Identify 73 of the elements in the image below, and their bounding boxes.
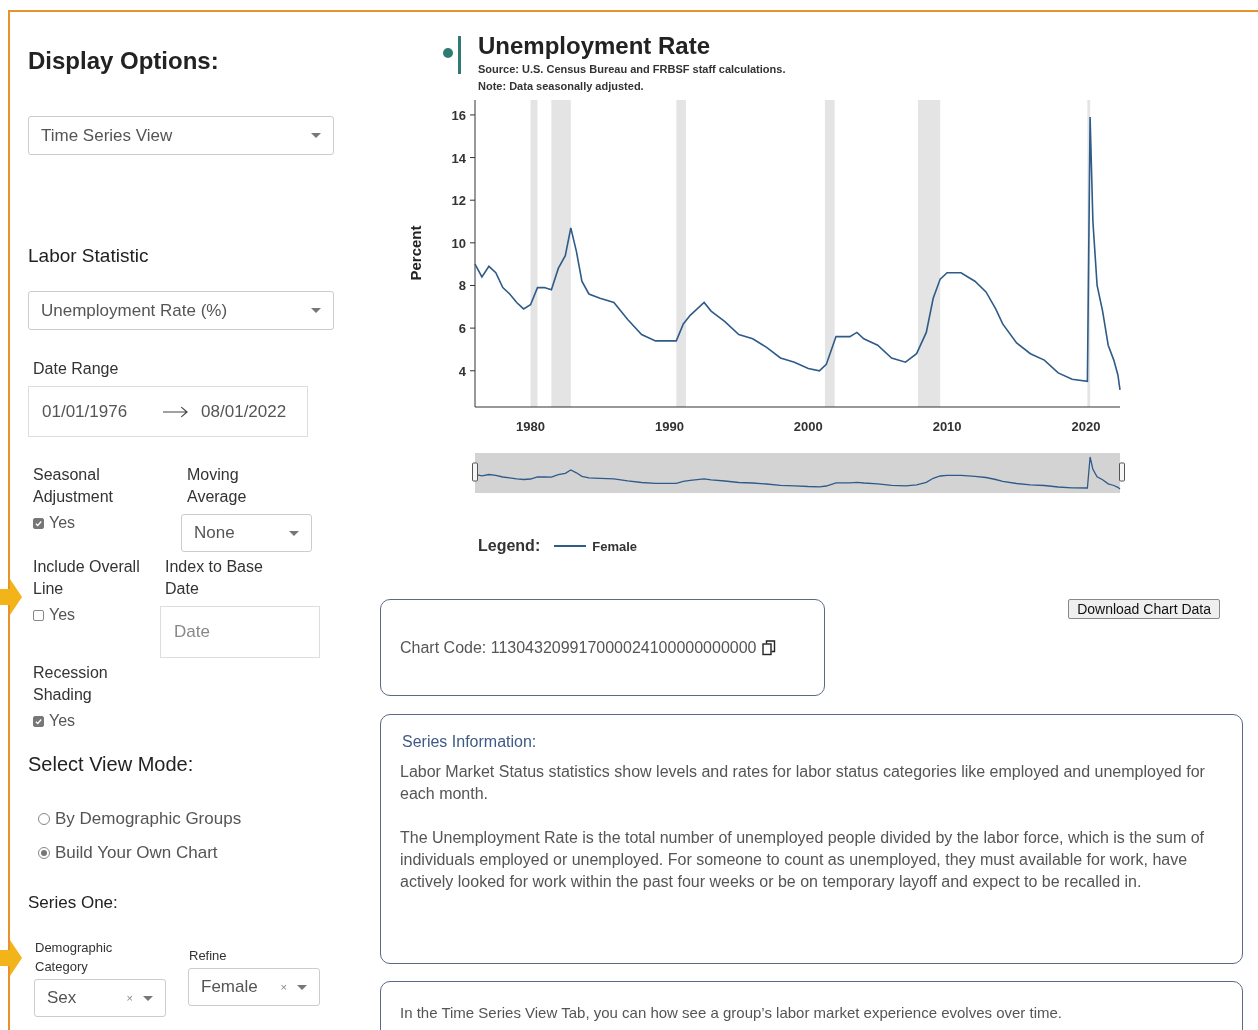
tick-label: 12 <box>451 193 466 209</box>
field-label: Moving Average <box>187 465 248 507</box>
tick-label: 8 <box>458 278 466 294</box>
field-label: Demographic Category <box>35 939 114 976</box>
checkbox[interactable] <box>33 609 44 621</box>
download-button[interactable]: Download Chart Data <box>1068 599 1220 619</box>
field-label: Index to Base Date <box>165 557 264 599</box>
section-title: Series One: <box>28 892 119 914</box>
end-date: 08/01/2022 <box>201 401 287 422</box>
radio-label: By Demographic Groups <box>55 809 242 829</box>
field-label: Labor Statistic <box>28 244 150 268</box>
chart-title: Unemployment Rate <box>478 31 712 61</box>
tick-label: 14 <box>451 150 466 166</box>
date-range-field[interactable]: 01/01/1976 08/01/2022 <box>28 386 308 437</box>
axis-title: Percent <box>407 225 424 281</box>
field-label: Include Overall Line <box>33 557 141 599</box>
dropdown-value: Unemployment Rate (%) <box>41 300 229 321</box>
dropdown-value: Female <box>201 977 259 997</box>
legend-label: Female <box>592 538 638 554</box>
caret-icon <box>143 995 153 1001</box>
legend-title: Legend: <box>478 537 541 555</box>
date-field[interactable]: Date <box>160 606 320 658</box>
range-navigator[interactable] <box>472 451 1126 495</box>
dropdown[interactable]: Sex × <box>34 979 166 1017</box>
clear-button[interactable]: × <box>126 992 133 1004</box>
caret-icon <box>311 133 321 138</box>
tick-label: 16 <box>451 107 466 123</box>
checkbox-label: Yes <box>49 514 76 532</box>
section-title: Display Options: <box>28 47 220 75</box>
caret-icon <box>297 984 307 990</box>
tick-label: 6 <box>458 321 466 337</box>
caret-icon <box>311 308 321 313</box>
checkbox[interactable] <box>33 517 44 529</box>
field-label: Date Range <box>33 359 120 379</box>
chart-source: Source: U.S. Census Bureau and FRBSF staff calculations. <box>478 62 786 77</box>
paragraph: Labor Market Status statistics show levels and rates for labor status categories like employed and unemployed for each month. <box>400 762 1206 804</box>
copy-icon[interactable] <box>762 639 777 656</box>
dropdown-value: Sex <box>47 988 78 1008</box>
paragraph: In the Time Series View Tab, you can how see a group’s labor market experience evolves over time. <box>400 1004 1063 1021</box>
tick-label: 1990 <box>654 419 684 434</box>
checkbox-label: Yes <box>49 712 76 730</box>
checkbox[interactable] <box>33 715 44 727</box>
chart-code: Chart Code: 113043209917000024100000000000 <box>400 638 757 657</box>
dropdown-value: Time Series View <box>41 125 174 146</box>
field-label: Refine <box>189 947 228 965</box>
section-title: Select View Mode: <box>28 752 195 776</box>
dropdown[interactable]: Unemployment Rate (%) <box>28 291 334 330</box>
paragraph: The Unemployment Rate is the total number of unemployed people divided by the labor force, which is the sum of individuals employed or unemployed. For someone to count as unemployed, they must available for work, have actively looked for work within the past four weeks or be on temporary layoff and expect to be recalled in. <box>400 828 1205 892</box>
pointer-arrow-icon <box>0 940 22 976</box>
clear-button[interactable]: × <box>280 981 287 993</box>
field-label: Seasonal Adjustment <box>33 465 115 507</box>
start-date: 01/01/1976 <box>42 401 128 422</box>
dropdown[interactable]: Female × <box>188 968 320 1006</box>
radio-button[interactable] <box>38 847 50 859</box>
chart-note: Note: Data seasonally adjusted. <box>478 79 645 94</box>
arrow-icon <box>162 405 190 418</box>
tick-label: 10 <box>451 235 466 251</box>
radio-label: Build Your Own Chart <box>55 843 218 863</box>
radio-button[interactable] <box>38 813 50 825</box>
dropdown[interactable]: Time Series View <box>28 116 334 155</box>
tick-label: 4 <box>458 363 466 379</box>
field-label: Recession Shading <box>33 663 109 705</box>
pointer-arrow-icon <box>0 579 22 615</box>
tick-label: 2010 <box>932 419 962 434</box>
card-title: Series Information: <box>402 733 538 751</box>
dropdown-value: None <box>194 523 236 543</box>
legend-line <box>554 545 587 547</box>
checkbox-label: Yes <box>49 606 76 624</box>
caret-icon <box>289 530 299 536</box>
dropdown[interactable]: None <box>181 514 312 552</box>
tick-label: 2020 <box>1071 419 1101 434</box>
tick-label: 2000 <box>793 419 823 434</box>
tick-label: 1980 <box>516 419 545 434</box>
